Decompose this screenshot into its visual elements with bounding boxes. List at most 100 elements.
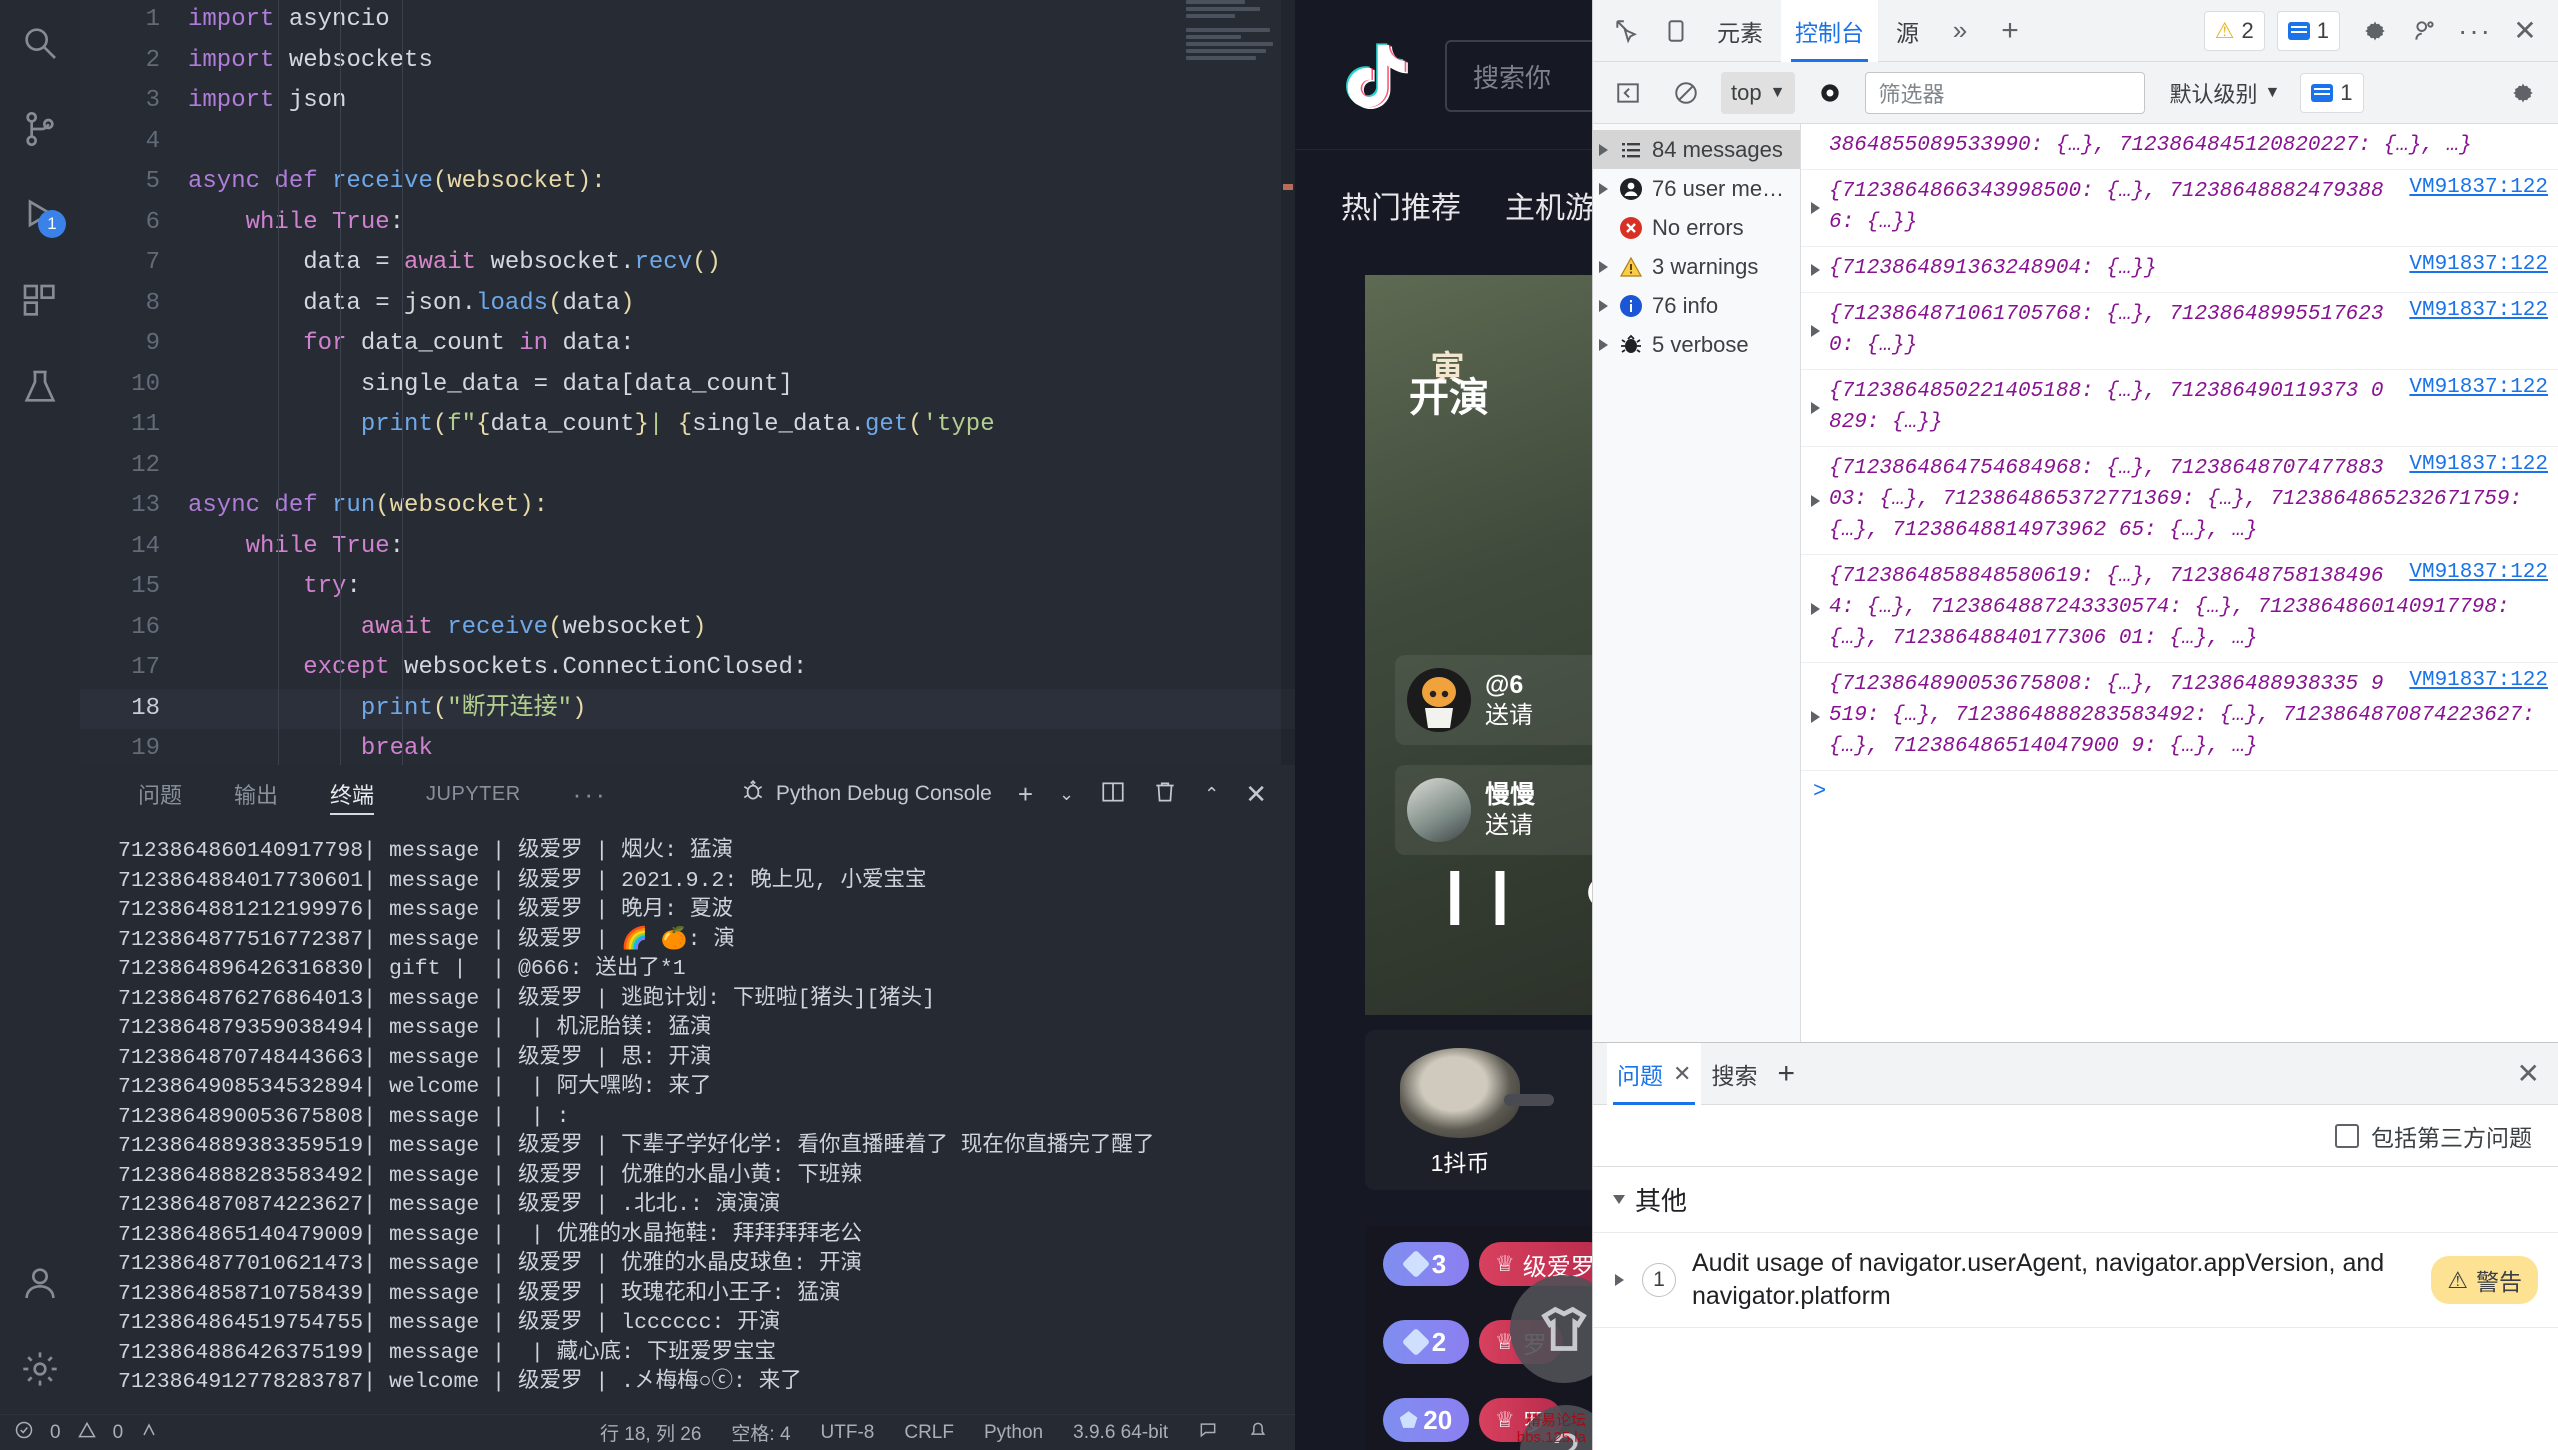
chevron-right-icon[interactable] [1599, 260, 1608, 273]
console-messages-list[interactable]: 3864855089533990: {…}, 71238648451208202… [1801, 124, 2558, 1042]
language-status[interactable]: Python [984, 1422, 1043, 1444]
terminal-selector[interactable]: Python Debug Console [740, 778, 992, 810]
chevron-up-icon[interactable]: ⌃ [1204, 784, 1219, 805]
trash-icon[interactable] [1152, 779, 1178, 810]
pause-icon[interactable]: ❙❙ [1432, 862, 1523, 925]
console-sidebar-item-4[interactable]: 76 info [1593, 286, 1800, 325]
code-line[interactable]: 9 for data_count in data: [80, 324, 1295, 365]
drawer-tab-issues[interactable]: 问题 ✕ [1607, 1042, 1702, 1105]
tab-sources[interactable]: 源 [1882, 0, 1933, 62]
encoding-status[interactable]: UTF-8 [821, 1422, 875, 1444]
interpreter-status[interactable]: 3.9.6 64-bit [1073, 1422, 1168, 1444]
bell-icon[interactable] [1248, 1420, 1268, 1446]
live-chat-row[interactable]: @6 送请 [1395, 655, 1592, 745]
remote-icon[interactable] [14, 1420, 34, 1446]
chevron-double-right-icon[interactable]: » [1937, 8, 1983, 54]
console-sidebar-item-3[interactable]: 3 warnings [1593, 247, 1800, 286]
gift-item[interactable]: 1抖币 [1395, 1042, 1554, 1176]
expand-arrow-icon[interactable] [1811, 325, 1820, 337]
feedback-icon[interactable] [1198, 1420, 1218, 1446]
live-video-player[interactable]: 寅 纯 开演 😁 @6 送请 [1365, 275, 1592, 1015]
code-line[interactable]: 1 import asyncio [80, 0, 1295, 41]
replay-icon[interactable]: ↺ [1583, 862, 1592, 925]
code-line[interactable]: 3 import json [80, 81, 1295, 122]
expand-arrow-icon[interactable] [1811, 402, 1820, 414]
context-selector[interactable]: top ▼ [1721, 71, 1796, 114]
console-message[interactable]: VM91837:122 {7123864866343998500: {…}, 71… [1801, 170, 2558, 247]
chevron-right-icon[interactable] [1599, 143, 1608, 156]
eol-status[interactable]: CRLF [904, 1422, 954, 1444]
console-message[interactable]: VM91837:122 {7123864850221405188: {…}, 71… [1801, 370, 2558, 447]
code-line[interactable]: 16 await receive(websocket) [80, 608, 1295, 649]
console-source-link[interactable]: VM91837:122 [2409, 669, 2548, 692]
console-message[interactable]: VM91837:122 {7123864891363248904: {…}} [1801, 247, 2558, 293]
search-icon[interactable] [0, 0, 80, 86]
account-icon[interactable] [0, 1240, 80, 1326]
code-line[interactable]: 6 while True: [80, 203, 1295, 244]
settings-gear-icon[interactable] [0, 1326, 80, 1412]
error-count[interactable]: 0 [50, 1422, 61, 1444]
console-message[interactable]: VM91837:122 {7123864890053675808: {…}, 71… [1801, 663, 2558, 771]
console-sidebar-item-2[interactable]: No errors [1593, 208, 1800, 247]
expand-arrow-icon[interactable] [1811, 263, 1820, 276]
console-source-link[interactable]: VM91837:122 [2409, 253, 2548, 276]
code-editor[interactable]: 1 import asyncio 2 import websockets 3 import… [80, 0, 1295, 765]
chevron-right-icon[interactable] [1599, 299, 1608, 312]
editor-scrollbar[interactable] [1281, 0, 1295, 765]
console-filter-input[interactable]: 筛选器 [1865, 71, 2146, 114]
code-line[interactable]: 5 async def receive(websocket): [80, 162, 1295, 203]
code-line[interactable]: 19 break [80, 729, 1295, 765]
issues-count-chip[interactable]: 1 [2300, 72, 2364, 113]
third-party-checkbox[interactable] [2335, 1123, 2359, 1148]
code-line[interactable]: 8 data = json.loads(data) [80, 284, 1295, 325]
clear-console-icon[interactable] [1663, 70, 1709, 116]
chevron-down-icon[interactable]: ⌄ [1059, 784, 1074, 805]
close-icon[interactable]: ✕ [2517, 1057, 2540, 1090]
console-input-prompt[interactable] [1801, 771, 2558, 804]
chevron-right-icon[interactable] [1599, 338, 1608, 351]
close-icon[interactable]: ✕ [1245, 779, 1267, 810]
live-expression-icon[interactable] [1807, 70, 1853, 116]
code-line[interactable]: 7 data = await websocket.recv() [80, 243, 1295, 284]
radio-tower-icon[interactable] [139, 1420, 159, 1446]
expand-arrow-icon[interactable] [1811, 710, 1820, 723]
console-source-link[interactable]: VM91837:122 [2409, 453, 2548, 476]
code-line[interactable]: 11 print(f"{data_count}| {single_data.ge… [80, 405, 1295, 446]
tab-terminal[interactable]: 终端 [330, 765, 375, 823]
plus-icon[interactable]: + [1987, 8, 2033, 54]
more-vertical-icon[interactable]: ··· [2452, 8, 2498, 54]
extensions-icon[interactable] [0, 258, 80, 344]
source-control-icon[interactable] [0, 86, 80, 172]
indent-status[interactable]: 空格: 4 [731, 1419, 790, 1446]
close-icon[interactable]: ✕ [1673, 1061, 1691, 1087]
code-line[interactable]: 15 try: [80, 567, 1295, 608]
chevron-right-icon[interactable] [1599, 182, 1608, 195]
plus-icon[interactable]: + [1018, 779, 1033, 810]
chevron-right-icon[interactable] [1615, 1274, 1624, 1286]
issue-group-header[interactable]: 其他 [1593, 1167, 2558, 1233]
douyin-search-input[interactable]: 搜索你 [1445, 40, 1592, 112]
expand-arrow-icon[interactable] [1811, 602, 1820, 615]
console-message[interactable]: VM91837:122 {7123864871061705768: {…}, 71… [1801, 293, 2558, 370]
close-icon[interactable]: ✕ [2502, 8, 2548, 54]
terminal-output[interactable]: 7123864860140917798| message | 级爱罗 | 烟火:… [80, 823, 1295, 1415]
console-source-link[interactable]: VM91837:122 [2409, 376, 2548, 399]
console-source-link[interactable]: VM91837:122 [2409, 299, 2548, 322]
tab-console[interactable]: 控制台 [1781, 0, 1878, 62]
gear-icon[interactable] [2352, 8, 2398, 54]
tab-problems[interactable]: 问题 [138, 765, 182, 823]
live-chat-row[interactable]: 慢慢 送请 [1395, 765, 1592, 855]
device-toolbar-icon[interactable] [1653, 8, 1699, 54]
drawer-tab-search[interactable]: 搜索 [1701, 1043, 1767, 1105]
message-count-chip[interactable]: 1 [2276, 10, 2340, 51]
nav-item-games[interactable]: 主机游 [1505, 183, 1592, 227]
console-source-link[interactable]: VM91837:122 [2409, 561, 2548, 584]
warning-count[interactable]: 0 [113, 1422, 124, 1444]
console-message[interactable]: 3864855089533990: {…}, 71238648451208202… [1801, 124, 2558, 170]
code-line[interactable]: 13 async def run(websocket): [80, 486, 1295, 527]
devices-icon[interactable] [2402, 8, 2448, 54]
douyin-logo-icon[interactable] [1335, 37, 1411, 113]
expand-arrow-icon[interactable] [1811, 494, 1820, 507]
inspect-element-icon[interactable] [1603, 8, 1649, 54]
code-line[interactable]: 14 while True: [80, 527, 1295, 568]
